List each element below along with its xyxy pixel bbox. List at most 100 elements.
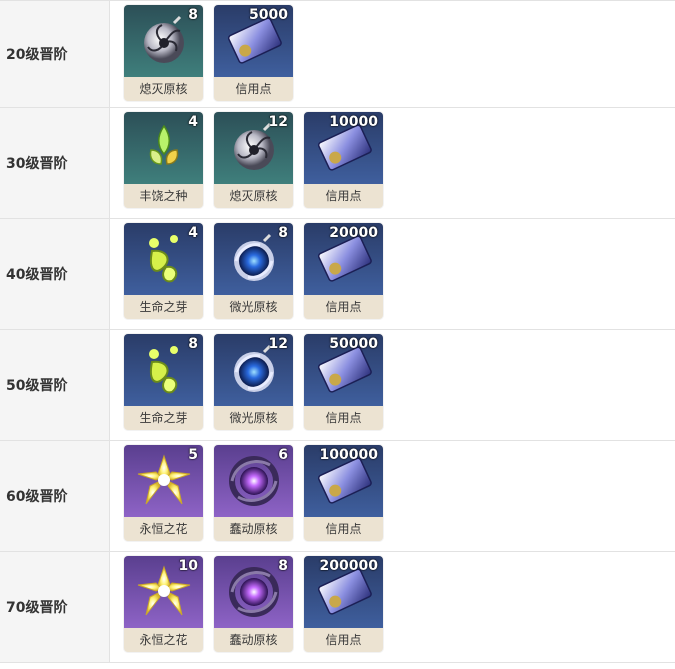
material-count: 10	[178, 558, 198, 574]
materials-list: 8 熄灭原核 5000 信用点	[110, 1, 304, 107]
material-art: 200000	[304, 556, 383, 628]
material-count: 20000	[329, 225, 378, 241]
material-art: 4	[124, 112, 203, 184]
credit-card-icon	[314, 345, 374, 395]
material-count: 8	[278, 225, 288, 241]
material-name: 信用点	[235, 82, 272, 96]
material-card[interactable]: 12 熄灭原核	[214, 112, 293, 208]
life-sprout-icon	[136, 342, 192, 398]
material-card[interactable]: 100000 信用点	[304, 445, 383, 541]
material-card[interactable]: 8 蠢动原核	[214, 556, 293, 652]
material-name: 熄灭原核	[229, 189, 278, 203]
materials-list: 4 丰饶之种 12 熄灭原核 10000 信用点	[110, 108, 394, 218]
material-count: 12	[268, 336, 288, 352]
material-name: 微光原核	[229, 411, 278, 425]
material-card[interactable]: 4 丰饶之种	[124, 112, 203, 208]
material-count: 8	[188, 7, 198, 23]
material-art: 12	[214, 334, 293, 406]
material-name: 生命之芽	[139, 411, 188, 425]
material-card[interactable]: 4 生命之芽	[124, 223, 203, 319]
ascension-level-label: 50级晋阶	[0, 330, 110, 440]
material-name: 永恒之花	[139, 633, 188, 647]
ascension-row: 60级晋阶 5 永恒之花 6 蠢动原核 100000 信用点	[0, 441, 675, 552]
material-card[interactable]: 5 永恒之花	[124, 445, 203, 541]
material-count: 4	[188, 225, 198, 241]
materials-list: 10 永恒之花 8 蠢动原核 200000 信用点	[110, 552, 394, 662]
credit-card-icon	[314, 567, 374, 617]
materials-list: 5 永恒之花 6 蠢动原核 100000 信用点	[110, 441, 394, 551]
material-count: 8	[278, 558, 288, 574]
ascension-level-label: 60级晋阶	[0, 441, 110, 551]
material-card[interactable]: 10 永恒之花	[124, 556, 203, 652]
material-card[interactable]: 10000 信用点	[304, 112, 383, 208]
material-name: 信用点	[325, 633, 362, 647]
material-name: 生命之芽	[139, 300, 188, 314]
credit-card-icon	[314, 123, 374, 173]
material-art: 5	[124, 445, 203, 517]
material-count: 200000	[319, 558, 378, 574]
material-art: 6	[214, 445, 293, 517]
materials-list: 4 生命之芽 8 微光原核 20000 信用点	[110, 219, 394, 329]
material-name: 信用点	[325, 300, 362, 314]
material-card[interactable]: 8 熄灭原核	[124, 5, 203, 101]
materials-list: 8 生命之芽 12 微光原核 50000 信用点	[110, 330, 394, 440]
squirming-core-icon	[226, 564, 282, 620]
ascension-row: 70级晋阶 10 永恒之花 8 蠢动原核 200000 信用点	[0, 552, 675, 663]
material-art: 4	[124, 223, 203, 295]
ascension-row: 50级晋阶 8 生命之芽 12 微光原核 50000 信用点	[0, 330, 675, 441]
material-count: 5	[188, 447, 198, 463]
material-card[interactable]: 200000 信用点	[304, 556, 383, 652]
material-card[interactable]: 6 蠢动原核	[214, 445, 293, 541]
material-name: 信用点	[325, 522, 362, 536]
material-card[interactable]: 20000 信用点	[304, 223, 383, 319]
material-card[interactable]: 8 微光原核	[214, 223, 293, 319]
material-art: 12	[214, 112, 293, 184]
material-count: 6	[278, 447, 288, 463]
credit-card-icon	[224, 16, 284, 66]
ascension-level-label: 40级晋阶	[0, 219, 110, 329]
material-art: 5000	[214, 5, 293, 77]
credit-card-icon	[314, 234, 374, 284]
glimmer-core-icon	[226, 231, 282, 287]
extinguish-core-icon	[136, 13, 192, 69]
material-art: 50000	[304, 334, 383, 406]
squirming-core-icon	[226, 453, 282, 509]
material-name: 蠢动原核	[229, 522, 278, 536]
material-name: 蠢动原核	[229, 633, 278, 647]
material-name: 微光原核	[229, 300, 278, 314]
credit-card-icon	[314, 456, 374, 506]
ascension-row: 40级晋阶 4 生命之芽 8 微光原核 20000 信用点	[0, 219, 675, 330]
material-art: 8	[124, 5, 203, 77]
material-count: 10000	[329, 114, 378, 130]
material-count: 8	[188, 336, 198, 352]
material-name: 信用点	[325, 189, 362, 203]
material-card[interactable]: 12 微光原核	[214, 334, 293, 430]
ascension-row: 30级晋阶 4 丰饶之种 12 熄灭原核 10000 信用点	[0, 108, 675, 219]
ascension-level-label: 20级晋阶	[0, 1, 110, 107]
material-name: 信用点	[325, 411, 362, 425]
material-art: 10000	[304, 112, 383, 184]
material-count: 4	[188, 114, 198, 130]
material-art: 100000	[304, 445, 383, 517]
material-count: 12	[268, 114, 288, 130]
abundance-seed-icon	[139, 120, 189, 176]
material-count: 50000	[329, 336, 378, 352]
life-sprout-icon	[136, 231, 192, 287]
ascension-level-label: 30级晋阶	[0, 108, 110, 218]
material-count: 100000	[319, 447, 378, 463]
material-count: 5000	[249, 7, 288, 23]
material-card[interactable]: 5000 信用点	[214, 5, 293, 101]
material-name: 丰饶之种	[139, 189, 188, 203]
material-art: 8	[214, 223, 293, 295]
material-card[interactable]: 50000 信用点	[304, 334, 383, 430]
material-card[interactable]: 8 生命之芽	[124, 334, 203, 430]
material-art: 8	[214, 556, 293, 628]
ascension-level-label: 70级晋阶	[0, 552, 110, 662]
eternal-flower-icon	[134, 452, 194, 510]
material-art: 10	[124, 556, 203, 628]
material-name: 永恒之花	[139, 522, 188, 536]
ascension-row: 20级晋阶 8 熄灭原核 5000 信用点	[0, 1, 675, 108]
ascension-materials-table: 20级晋阶 8 熄灭原核 5000 信用点 30级晋阶 4 丰饶之种 12 熄灭…	[0, 0, 675, 663]
material-name: 熄灭原核	[139, 82, 188, 96]
material-art: 8	[124, 334, 203, 406]
